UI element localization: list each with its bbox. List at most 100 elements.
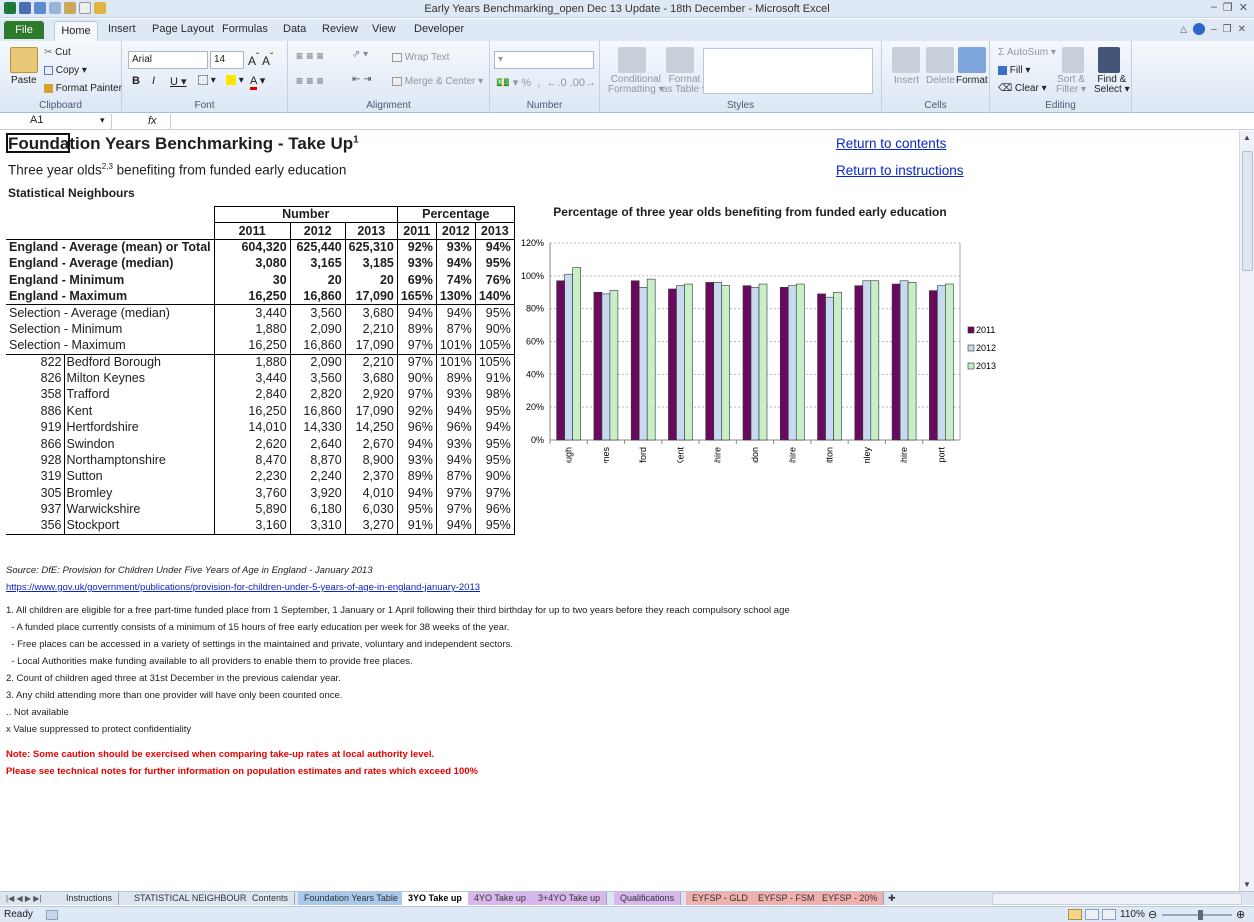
workbook-restore-icon[interactable]: ❐	[1223, 24, 1232, 35]
font-size-combo[interactable]: 14	[210, 51, 244, 69]
autosum-button[interactable]: Σ AutoSum ▾	[998, 47, 1056, 58]
restore-icon[interactable]: ❐	[1223, 1, 1233, 14]
tab-data[interactable]: Data	[283, 23, 306, 35]
sheet-tab[interactable]: Contents	[246, 892, 296, 905]
format-as-table-button[interactable]: Formatas Table ▾	[662, 75, 707, 95]
return-to-instructions-link[interactable]: Return to instructions	[836, 163, 964, 178]
font-name-combo[interactable]: Arial	[128, 51, 208, 69]
find-select-button[interactable]: Find & Select ▾	[1094, 75, 1130, 95]
italic-button[interactable]: I	[152, 75, 155, 87]
sheet-tab[interactable]: 4YO Take up	[468, 892, 533, 905]
workbook-minimize-icon[interactable]: –	[1211, 24, 1217, 35]
delete-cells-button[interactable]: Delete	[926, 75, 955, 86]
normal-view-icon[interactable]	[1068, 909, 1082, 920]
tab-view[interactable]: View	[372, 23, 396, 35]
insert-cells-button[interactable]: Insert	[894, 75, 919, 86]
bold-button[interactable]: B	[132, 75, 140, 87]
top-align-icon[interactable]: ≡ ≡ ≡	[296, 49, 324, 63]
fill-color-button[interactable]: ▾	[226, 75, 244, 86]
sheet-tab[interactable]: STATISTICAL NEIGHBOURS	[128, 892, 260, 905]
tab-page-layout[interactable]: Page Layout	[152, 23, 214, 35]
grow-font-button[interactable]: Aˆ Aˇ	[248, 52, 273, 68]
sheet-tab[interactable]: 3+4YO Take up	[532, 892, 608, 905]
help-icon[interactable]	[1193, 23, 1206, 35]
close-icon[interactable]: ✕	[1239, 1, 1248, 14]
sheet-tab[interactable]: EYFSP - GLD	[686, 892, 755, 905]
macro-record-icon[interactable]	[46, 910, 58, 920]
copy-button[interactable]: Copy ▾	[44, 65, 87, 76]
cut-button[interactable]: ✂ Cut	[44, 47, 71, 58]
number-buttons[interactable]: 💵 ▾ % , ←.0 .00→	[496, 76, 596, 89]
paste-icon[interactable]	[10, 47, 38, 73]
comma-button[interactable]: ,	[537, 77, 540, 89]
tab-scroll-arrows-icon[interactable]: |◀ ◀ ▶ ▶|	[6, 892, 41, 905]
number-format-combo[interactable]: ▾	[494, 51, 594, 69]
name-box-dropdown-icon[interactable]: ▾	[100, 115, 105, 126]
zoom-slider[interactable]	[1162, 914, 1232, 916]
paste-button[interactable]: Paste	[11, 75, 37, 86]
table-cell: 2,670	[344, 435, 398, 453]
y-tick-label: 40%	[526, 369, 544, 379]
chart[interactable]: Percentage of three year olds benefiting…	[510, 203, 1010, 463]
tab-file[interactable]: File	[4, 21, 44, 39]
sort-filter-icon[interactable]	[1062, 47, 1084, 73]
page-layout-view-icon[interactable]	[1085, 909, 1099, 920]
decimal-icon[interactable]: ←.0 .00→	[546, 77, 596, 89]
table-cell: 3,440	[213, 370, 291, 387]
orientation-button[interactable]: ⇗ ▾	[352, 49, 368, 60]
sort-filter-button[interactable]: Sort & Filter ▾	[1056, 75, 1086, 95]
bar-2013-stockport	[945, 283, 954, 441]
borders-button[interactable]: ▾	[198, 75, 216, 86]
format-painter-button[interactable]: Format Painter	[44, 83, 122, 94]
horizontal-scrollbar[interactable]	[992, 893, 1242, 905]
wrap-text-button[interactable]: Wrap Text	[392, 52, 449, 63]
indent-icon[interactable]: ⇤ ⇥	[352, 74, 372, 85]
tab-formulas[interactable]: Formulas	[222, 23, 268, 35]
source-url-link[interactable]: https://www.gov.uk/government/publicatio…	[6, 582, 480, 593]
zoom-out-icon[interactable]: ⊖	[1148, 908, 1157, 921]
minimize-icon[interactable]: –	[1211, 1, 1217, 14]
name-box[interactable]: A1	[0, 114, 112, 129]
bar-2011-sutton	[817, 293, 826, 441]
zoom-level[interactable]: 110%	[1120, 909, 1145, 920]
clear-button[interactable]: ⌫ Clear ▾	[998, 83, 1047, 94]
format-as-table-icon[interactable]	[666, 47, 694, 73]
sheet-tab[interactable]: 3YO Take up	[402, 892, 469, 905]
minimize-ribbon-icon[interactable]: △	[1180, 24, 1187, 35]
underline-button[interactable]: U ▾	[170, 75, 187, 88]
tab-home[interactable]: Home	[54, 21, 98, 42]
fill-button[interactable]: Fill ▾	[998, 65, 1030, 76]
format-cells-icon[interactable]	[958, 47, 986, 73]
zoom-slider-thumb[interactable]	[1198, 910, 1203, 920]
sheet-tab[interactable]: Instructions	[60, 892, 120, 905]
tab-developer[interactable]: Developer	[414, 23, 464, 35]
return-to-contents-link[interactable]: Return to contents	[836, 136, 946, 151]
insert-sheet-icon[interactable]: ✚	[882, 892, 902, 905]
conditional-formatting-button[interactable]: Conditional Formatting ▾	[608, 75, 664, 95]
sheet-tab[interactable]: Foundation Years Table	[298, 892, 405, 905]
percent-button[interactable]: %	[521, 77, 531, 89]
sheet-tab[interactable]: Qualifications	[614, 892, 682, 905]
formula-input[interactable]	[170, 114, 1240, 129]
scrollbar-thumb[interactable]	[1242, 151, 1253, 271]
align-left-icon[interactable]: ≡ ≡ ≡	[296, 74, 324, 88]
font-color-button[interactable]: A ▾	[250, 74, 265, 90]
sheet-tab[interactable]: EYFSP - FSM	[752, 892, 822, 905]
tab-review[interactable]: Review	[322, 23, 358, 35]
delete-cells-icon[interactable]	[926, 47, 954, 73]
scroll-down-icon[interactable]: ▼	[1243, 880, 1251, 889]
format-cells-button[interactable]: Format	[956, 75, 988, 86]
merge-center-button[interactable]: Merge & Center ▾	[392, 76, 483, 87]
insert-cells-icon[interactable]	[892, 47, 920, 73]
vertical-scrollbar[interactable]: ▲ ▼	[1239, 131, 1254, 891]
cell-styles-gallery[interactable]	[703, 48, 873, 94]
conditional-formatting-icon[interactable]	[618, 47, 646, 73]
workbook-close-icon[interactable]: ✕	[1238, 24, 1246, 35]
scroll-up-icon[interactable]: ▲	[1243, 133, 1251, 142]
fx-icon[interactable]: fx	[148, 115, 157, 127]
binoculars-icon[interactable]	[1098, 47, 1120, 73]
tab-insert[interactable]: Insert	[108, 23, 136, 35]
sheet-tab[interactable]: EYFSP - 20%	[816, 892, 885, 905]
zoom-in-icon[interactable]: ⊕	[1236, 908, 1245, 921]
worksheet[interactable]: Foundation Years Benchmarking - Take Up1…	[0, 131, 1239, 891]
